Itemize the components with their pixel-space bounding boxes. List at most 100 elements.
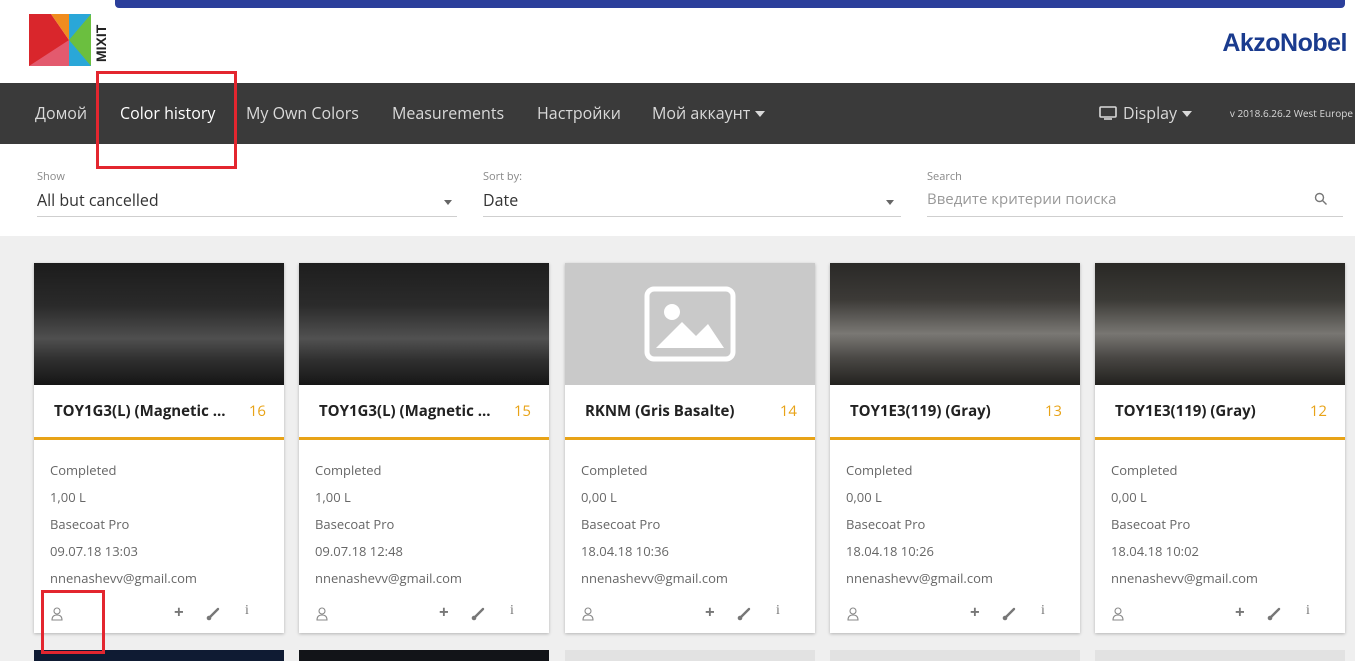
card-email: nnenashevv@gmail.com — [846, 569, 993, 587]
info-icon[interactable]: i — [776, 603, 780, 619]
next-row-card[interactable] — [299, 650, 549, 661]
card-datetime: 18.04.18 10:36 — [581, 542, 669, 560]
card-datetime: 18.04.18 10:02 — [1111, 542, 1199, 560]
search-icon[interactable] — [1314, 192, 1328, 206]
card-datetime: 18.04.18 10:26 — [846, 542, 934, 560]
user-icon[interactable] — [582, 607, 594, 621]
card-title-row: TOY1G3(L) (Magnetic ... 16 — [34, 385, 284, 440]
card-volume: 1,00 L — [315, 488, 351, 506]
card-title-row: TOY1G3(L) (Magnetic ... 15 — [299, 385, 549, 440]
search-label: Search — [927, 169, 962, 184]
card-number: 13 — [1044, 401, 1062, 421]
brush-icon[interactable] — [471, 607, 485, 621]
nav-item-my-account-label: Мой аккаунт — [652, 102, 751, 124]
user-icon[interactable] — [316, 607, 328, 621]
plus-icon[interactable]: + — [439, 600, 449, 623]
plus-icon[interactable]: + — [174, 600, 184, 623]
color-swatch[interactable] — [299, 263, 549, 385]
display-menu[interactable]: Display — [1099, 83, 1193, 144]
card-title: RKNM (Gris Basalte) — [585, 401, 735, 421]
color-card[interactable]: TOY1G3(L) (Magnetic ... 16 Completed 1,0… — [34, 263, 284, 633]
card-actions: + i — [565, 599, 815, 629]
plus-icon[interactable]: + — [1235, 600, 1245, 623]
nav-item-measurements[interactable]: Measurements — [392, 83, 504, 144]
card-title: TOY1G3(L) (Magnetic ... — [319, 401, 491, 421]
info-icon[interactable]: i — [510, 603, 514, 619]
card-status: Completed — [846, 461, 913, 479]
chevron-down-icon — [1182, 111, 1193, 117]
brush-icon[interactable] — [206, 607, 220, 621]
card-number: 15 — [513, 401, 531, 421]
card-actions: + i — [299, 599, 549, 629]
card-product: Basecoat Pro — [846, 515, 926, 533]
card-email: nnenashevv@gmail.com — [50, 569, 197, 587]
next-row-card[interactable] — [1095, 650, 1345, 661]
highlight-box-user-icon — [41, 590, 105, 654]
cropped-banner — [115, 0, 1345, 8]
card-status: Completed — [581, 461, 648, 479]
sort-label: Sort by: — [483, 169, 523, 184]
plus-icon[interactable]: + — [970, 600, 980, 623]
card-email: nnenashevv@gmail.com — [1111, 569, 1258, 587]
sort-select[interactable]: Date — [483, 189, 518, 211]
show-underline — [37, 216, 457, 217]
chevron-down-icon — [755, 111, 766, 117]
color-swatch[interactable] — [830, 263, 1080, 385]
info-icon[interactable]: i — [1306, 603, 1310, 619]
info-icon[interactable]: i — [245, 603, 249, 619]
card-title: TOY1G3(L) (Magnetic ... — [54, 401, 226, 421]
nav-item-settings[interactable]: Настройки — [537, 83, 621, 144]
card-volume: 0,00 L — [846, 488, 882, 506]
brush-icon[interactable] — [1002, 607, 1016, 621]
card-actions: + i — [1095, 599, 1345, 629]
info-icon[interactable]: i — [1041, 603, 1045, 619]
card-product: Basecoat Pro — [581, 515, 661, 533]
highlight-box-color-history — [96, 71, 237, 169]
color-swatch[interactable] — [1095, 263, 1345, 385]
card-title-row: TOY1E3(119) (Gray) 13 — [830, 385, 1080, 440]
nav-item-home[interactable]: Домой — [35, 83, 87, 144]
color-card[interactable]: TOY1E3(119) (Gray) 12 Completed 0,00 L B… — [1095, 263, 1345, 633]
show-select[interactable]: All but cancelled — [37, 189, 159, 211]
card-title: TOY1E3(119) (Gray) — [1115, 401, 1256, 421]
card-email: nnenashevv@gmail.com — [581, 569, 728, 587]
brush-icon[interactable] — [737, 607, 751, 621]
search-input[interactable]: Введите критерии поиска — [927, 189, 1117, 209]
search-underline — [927, 216, 1343, 217]
card-datetime: 09.07.18 12:48 — [315, 542, 403, 560]
card-number: 12 — [1309, 401, 1327, 421]
sort-underline — [483, 216, 901, 217]
card-email: nnenashevv@gmail.com — [315, 569, 462, 587]
color-card[interactable]: RKNM (Gris Basalte) 14 Completed 0,00 L … — [565, 263, 815, 633]
card-volume: 0,00 L — [581, 488, 617, 506]
monitor-icon — [1099, 106, 1117, 120]
brush-icon[interactable] — [1267, 607, 1281, 621]
display-label: Display — [1123, 102, 1178, 124]
company-name: AkzoNobel — [1222, 29, 1347, 57]
nav-item-my-own-colors[interactable]: My Own Colors — [246, 83, 359, 144]
show-label: Show — [37, 169, 65, 184]
card-datetime: 09.07.18 13:03 — [50, 542, 138, 560]
next-row-card[interactable] — [565, 650, 815, 661]
card-actions: + i — [830, 599, 1080, 629]
color-swatch[interactable] — [565, 263, 815, 385]
mixit-logo: MIXIT — [29, 14, 109, 66]
card-product: Basecoat Pro — [315, 515, 395, 533]
color-card[interactable]: TOY1G3(L) (Magnetic ... 15 Completed 1,0… — [299, 263, 549, 633]
card-volume: 0,00 L — [1111, 488, 1147, 506]
next-row-card[interactable] — [830, 650, 1080, 661]
user-icon[interactable] — [847, 607, 859, 621]
color-card[interactable]: TOY1E3(119) (Gray) 13 Completed 0,00 L B… — [830, 263, 1080, 633]
color-swatch[interactable] — [34, 263, 284, 385]
card-title-row: RKNM (Gris Basalte) 14 — [565, 385, 815, 440]
card-volume: 1,00 L — [50, 488, 86, 506]
chevron-down-icon[interactable] — [444, 200, 452, 205]
user-icon[interactable] — [1112, 607, 1124, 621]
plus-icon[interactable]: + — [705, 600, 715, 623]
card-number: 16 — [248, 401, 266, 421]
card-number: 14 — [779, 401, 797, 421]
nav-item-my-account[interactable]: Мой аккаунт — [652, 83, 766, 144]
card-product: Basecoat Pro — [1111, 515, 1191, 533]
card-title: TOY1E3(119) (Gray) — [850, 401, 991, 421]
chevron-down-icon[interactable] — [886, 200, 894, 205]
